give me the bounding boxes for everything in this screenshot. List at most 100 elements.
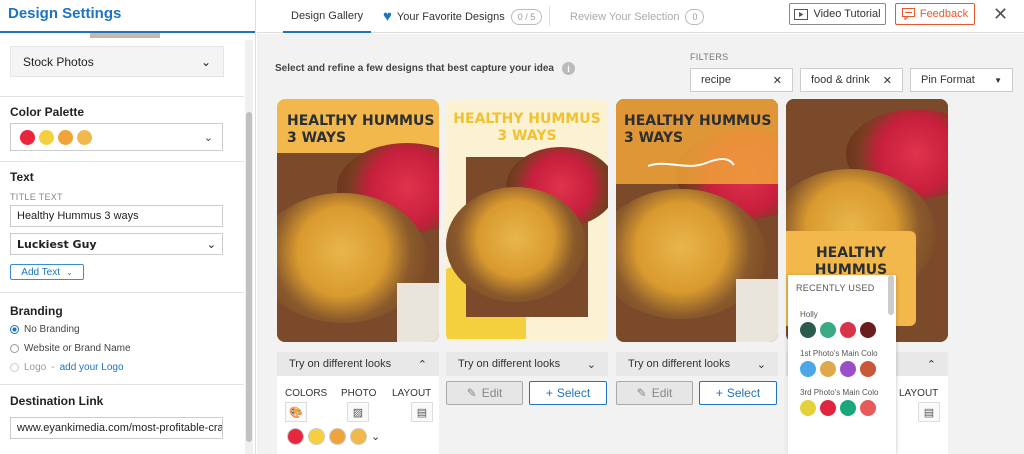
- design-card-2[interactable]: HEALTHY HUMMUS 3 WAYS: [446, 99, 608, 342]
- destination-link-heading: Destination Link: [10, 394, 104, 408]
- logo-dash: -: [51, 362, 55, 373]
- filter-recipe[interactable]: recipe ✕: [690, 68, 793, 92]
- pin-format-select[interactable]: Pin Format ▼: [910, 68, 1013, 92]
- tab-favorite-designs[interactable]: ♥ Your Favorite Designs 0 / 5: [383, 0, 543, 33]
- edit-button-2[interactable]: ✎ Edit: [446, 381, 523, 405]
- chevron-down-icon: ⌄: [203, 131, 213, 144]
- hummus-photo: [446, 147, 608, 317]
- swatch: [800, 400, 816, 416]
- branding-heading: Branding: [10, 304, 63, 318]
- chevron-down-icon: ⌄: [200, 54, 211, 69]
- design-card-3[interactable]: HEALTHY HUMMUS 3 WAYS: [616, 99, 778, 342]
- hummus-photo: [277, 143, 439, 342]
- edit-button-3[interactable]: ✎ Edit: [616, 381, 693, 405]
- radio-no-branding[interactable]: No Branding: [10, 324, 80, 335]
- select-button-2[interactable]: + Select: [529, 381, 607, 405]
- radio-label: Logo: [24, 362, 47, 373]
- palette-group-holly[interactable]: [800, 322, 876, 338]
- tab-design-gallery[interactable]: Design Gallery: [283, 0, 372, 33]
- title-text-input[interactable]: Healthy Hummus 3 ways: [10, 205, 223, 227]
- chevron-down-icon: ⌄: [206, 237, 216, 251]
- plus-icon: +: [715, 386, 723, 400]
- sidebar-title: Design Settings: [0, 0, 255, 33]
- select-label: Select: [556, 386, 591, 400]
- card-title-line: HEALTHY HUMMUS: [624, 113, 772, 129]
- filter-food-drink[interactable]: food & drink ✕: [800, 68, 903, 92]
- radio-unchecked-icon: [10, 344, 19, 353]
- chevron-down-icon[interactable]: ⌄: [371, 430, 380, 443]
- swatch: [840, 361, 856, 377]
- photo-strip: [90, 33, 160, 38]
- try-looks-toggle-1[interactable]: Try on different looks ⌃: [277, 352, 439, 376]
- layout-icon[interactable]: ▤: [918, 402, 940, 422]
- swatch: [860, 322, 876, 338]
- plus-icon: +: [545, 386, 553, 400]
- radio-checked-icon: [10, 325, 19, 334]
- card-title-line: 3 WAYS: [624, 130, 684, 146]
- stock-photos-label: Stock Photos: [23, 54, 94, 69]
- palette-group-photo-3[interactable]: [800, 400, 876, 416]
- card-title-line: 3 WAYS: [497, 128, 557, 144]
- divider: [0, 384, 244, 385]
- photo-icon[interactable]: ▨: [347, 402, 369, 422]
- tab-review-selection[interactable]: Review Your Selection 0: [570, 0, 705, 33]
- popup-scrollbar[interactable]: [888, 275, 894, 315]
- color-palette-select[interactable]: ⌄: [10, 123, 223, 151]
- sidebar-scrollbar[interactable]: [245, 40, 253, 454]
- text-heading: Text: [10, 170, 34, 184]
- tab-label: Your Favorite Designs: [396, 10, 505, 23]
- title-text-label: TITLE TEXT: [10, 192, 63, 202]
- swatch: [820, 322, 836, 338]
- font-select[interactable]: Luckiest Guy ⌄: [10, 233, 223, 255]
- palette-color-1: [20, 129, 35, 145]
- try-looks-toggle-3[interactable]: Try on different looks ⌄: [616, 352, 778, 376]
- instruction: Select and refine a few designs that bes…: [275, 62, 575, 75]
- try-looks-toggle-2[interactable]: Try on different looks ⌄: [446, 352, 608, 376]
- cloth: [736, 279, 778, 342]
- chevron-up-icon: ⌃: [417, 358, 427, 371]
- info-icon[interactable]: i: [561, 62, 575, 75]
- caret-down-icon: ▼: [994, 75, 1002, 85]
- feedback-button[interactable]: Feedback: [895, 3, 975, 25]
- look-color-3[interactable]: [329, 428, 346, 445]
- close-icon[interactable]: ✕: [993, 4, 1008, 25]
- cloth: [397, 283, 439, 342]
- swatch: [800, 361, 816, 377]
- layout-icon[interactable]: ▤: [411, 402, 433, 422]
- add-text-button[interactable]: Add Text ⌄: [10, 264, 84, 280]
- palette-group-name: 3rd Photo's Main Colo: [800, 388, 879, 397]
- card-title: HEALTHY HUMMUS 3 WAYS: [287, 113, 439, 147]
- design-settings-sidebar: Design Settings Stock Photos ⌄ Color Pal…: [0, 0, 256, 454]
- palette-icon[interactable]: 🎨: [285, 402, 307, 422]
- look-color-1[interactable]: [287, 428, 304, 445]
- pencil-icon: ✎: [636, 386, 647, 400]
- look-color-2[interactable]: [308, 428, 325, 445]
- stock-photos-dropdown[interactable]: Stock Photos ⌄: [10, 46, 224, 77]
- close-icon[interactable]: ✕: [773, 74, 782, 87]
- look-color-4[interactable]: [350, 428, 367, 445]
- swatch: [820, 361, 836, 377]
- card-title: HEALTHY HUMMUS 3 WAYS: [446, 111, 608, 145]
- design-gallery-area: Select and refine a few designs that bes…: [257, 34, 1024, 454]
- add-logo-link[interactable]: add your Logo: [60, 362, 124, 373]
- edit-label: Edit: [651, 386, 673, 400]
- sidebar-scroll-thumb[interactable]: [246, 112, 252, 442]
- card-title-line: HEALTHY HUMMUS: [287, 113, 435, 129]
- radio-logo[interactable]: Logo - add your Logo: [10, 362, 124, 373]
- layout-label: LAYOUT: [899, 388, 939, 399]
- card-title-line: HEALTHY: [815, 245, 887, 261]
- close-icon[interactable]: ✕: [883, 74, 892, 87]
- look-color-options: ⌄: [287, 428, 380, 445]
- add-text-label: Add Text: [21, 266, 61, 278]
- palette-color-3: [58, 129, 73, 145]
- swirl-ornament-icon: [647, 158, 735, 167]
- design-card-1[interactable]: HEALTHY HUMMUS 3 WAYS: [277, 99, 439, 342]
- card-title-line: HEALTHY HUMMUS: [453, 111, 601, 127]
- select-button-3[interactable]: + Select: [699, 381, 777, 405]
- looks-label: Try on different looks: [458, 358, 561, 370]
- radio-website-brand[interactable]: Website or Brand Name: [10, 343, 131, 354]
- destination-link-input[interactable]: www.eyankimedia.com/most-profitable-craf: [10, 417, 223, 439]
- video-tutorial-button[interactable]: Video Tutorial: [789, 3, 886, 25]
- palette-group-name: Holly: [800, 310, 818, 319]
- palette-group-photo-1[interactable]: [800, 361, 876, 377]
